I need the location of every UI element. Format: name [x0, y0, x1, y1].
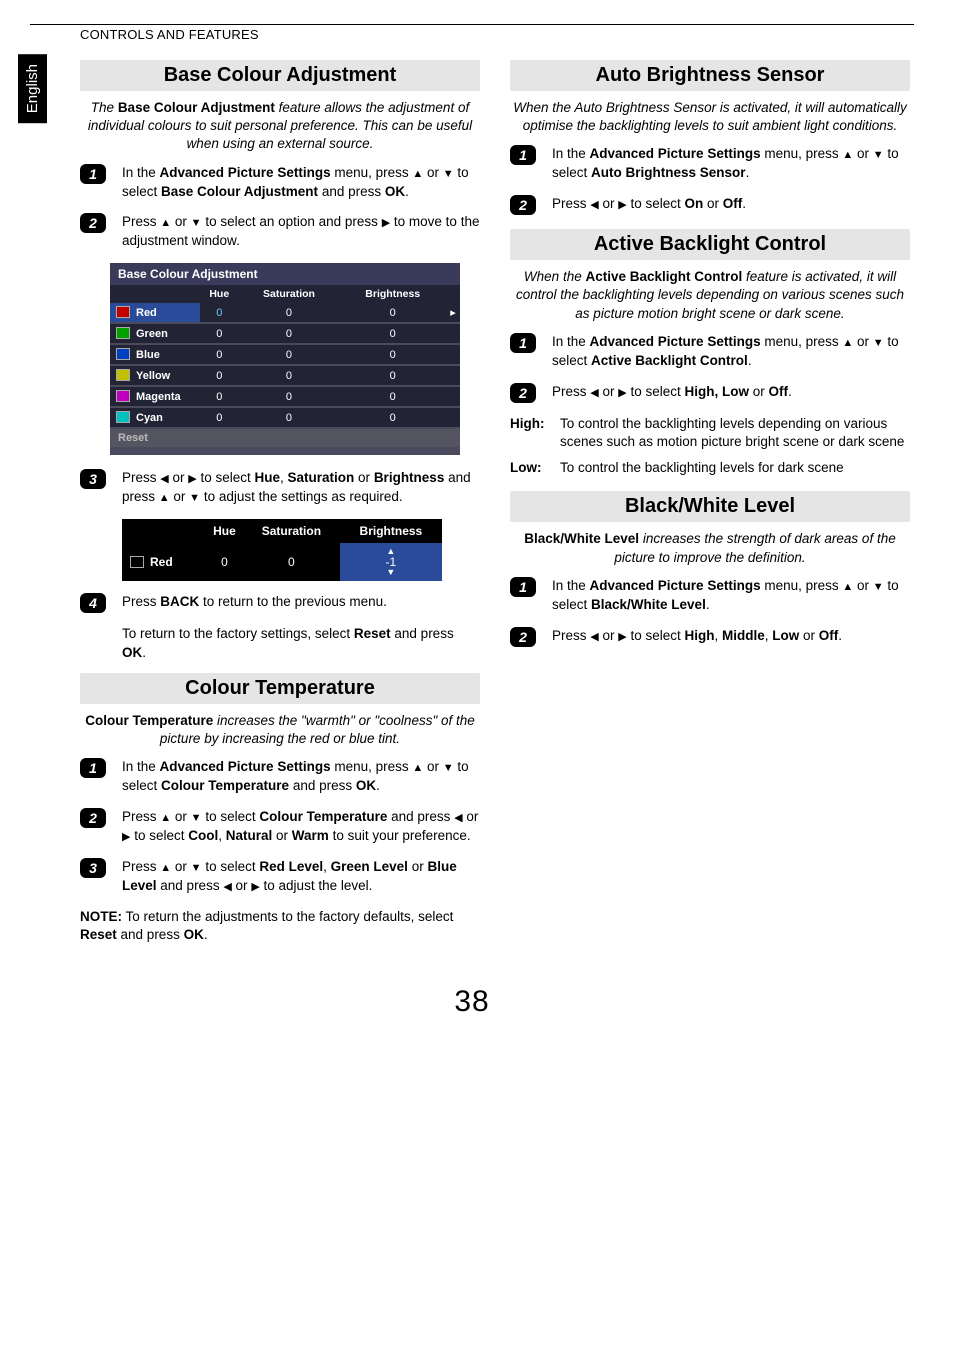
step-number-icon: 2 — [510, 627, 536, 647]
right-arrow-icon: ▶ — [618, 630, 626, 645]
right-column: Auto Brightness Sensor When the Auto Bri… — [510, 60, 910, 955]
down-arrow-icon: ▼ — [191, 216, 202, 231]
right-arrow-icon: ▶ — [618, 198, 626, 213]
up-arrow-icon: ▲ — [160, 811, 171, 826]
intro-black-white-level: Black/White Level increases the strength… — [510, 530, 910, 566]
step-number-icon: 2 — [80, 213, 106, 233]
right-arrow-icon: ▶ — [382, 216, 390, 231]
table-row[interactable]: Yellow000 — [110, 366, 460, 385]
colour-swatch-icon — [116, 327, 130, 339]
table2-row-label: Red — [122, 543, 206, 581]
table-row[interactable]: Green000 — [110, 324, 460, 343]
note-ct: NOTE: To return the adjustments to the f… — [80, 908, 480, 946]
up-arrow-icon: ▲ — [160, 861, 171, 876]
chevron-up-icon: ▲ — [340, 548, 442, 555]
step-bwl-2: 2 Press ◀ or ▶ to select High, Middle, L… — [510, 627, 910, 647]
up-arrow-icon: ▲ — [160, 216, 171, 231]
step-number-icon: 1 — [510, 333, 536, 353]
definition-high: High:To control the backlighting levels … — [510, 415, 910, 451]
header-rule — [30, 24, 914, 25]
up-arrow-icon: ▲ — [412, 167, 423, 182]
step-ct-3: 3 Press ▲ or ▼ to select Red Level, Gree… — [80, 858, 480, 896]
intro-colour-temperature: Colour Temperature increases the "warmth… — [80, 712, 480, 748]
left-column: Base Colour Adjustment The Base Colour A… — [80, 60, 480, 955]
up-arrow-icon: ▲ — [159, 491, 170, 506]
right-arrow-icon: ▶ — [618, 386, 626, 401]
colour-swatch-icon — [116, 348, 130, 360]
down-arrow-icon: ▼ — [873, 580, 884, 595]
left-arrow-icon: ◀ — [454, 811, 462, 826]
step-abs-2: 2 Press ◀ or ▶ to select On or Off. — [510, 195, 910, 215]
right-arrow-icon: ▶ — [251, 880, 259, 895]
step-ct-2: 2 Press ▲ or ▼ to select Colour Temperat… — [80, 808, 480, 846]
section-title-colour-temperature: Colour Temperature — [80, 673, 480, 704]
step-number-icon: 3 — [80, 858, 106, 878]
down-arrow-icon: ▼ — [443, 761, 454, 776]
step-number-icon: 2 — [510, 383, 536, 403]
table-row[interactable]: Magenta000 — [110, 387, 460, 406]
colour-swatch-icon — [116, 411, 130, 423]
step-number-icon: 2 — [80, 808, 106, 828]
table-row[interactable]: Cyan000 — [110, 408, 460, 427]
step-bwl-1: 1 In the Advanced Picture Settings menu,… — [510, 577, 910, 615]
step-abc-1: 1 In the Advanced Picture Settings menu,… — [510, 333, 910, 371]
step-number-icon: 1 — [510, 577, 536, 597]
down-arrow-icon: ▼ — [191, 861, 202, 876]
section-title-active-backlight: Active Backlight Control — [510, 229, 910, 260]
step-number-icon: 1 — [80, 758, 106, 778]
step-number-icon: 4 — [80, 593, 106, 613]
table-reset-row[interactable]: Reset — [110, 429, 460, 447]
step-bca-3: 3 Press ◀ or ▶ to select Hue, Saturation… — [80, 469, 480, 507]
left-arrow-icon: ◀ — [590, 198, 598, 213]
down-arrow-icon: ▼ — [189, 491, 200, 506]
up-arrow-icon: ▲ — [412, 761, 423, 776]
step-number-icon: 2 — [510, 195, 536, 215]
up-arrow-icon: ▲ — [842, 580, 853, 595]
table-adjustment-window: Hue Saturation Brightness Red 0 0 ▲-1▼ — [122, 519, 442, 581]
left-arrow-icon: ◀ — [590, 630, 598, 645]
language-tab: English — [18, 54, 47, 123]
right-arrow-icon: ▶ — [188, 472, 196, 487]
up-arrow-icon: ▲ — [842, 148, 853, 163]
down-arrow-icon: ▼ — [443, 167, 454, 182]
step-bca-reset: To return to the factory settings, selec… — [122, 625, 480, 663]
step-abc-2: 2 Press ◀ or ▶ to select High, Low or Of… — [510, 383, 910, 403]
left-arrow-icon: ◀ — [590, 386, 598, 401]
section-title-base-colour: Base Colour Adjustment — [80, 60, 480, 91]
left-arrow-icon: ◀ — [160, 472, 168, 487]
section-title-black-white-level: Black/White Level — [510, 491, 910, 522]
left-arrow-icon: ◀ — [223, 880, 231, 895]
right-arrow-icon: ▸ — [446, 303, 460, 322]
step-bca-2: 2 Press ▲ or ▼ to select an option and p… — [80, 213, 480, 251]
header-section-title: CONTROLS AND FEATURES — [80, 27, 914, 42]
colour-swatch-icon — [116, 369, 130, 381]
table-base-colour-adjustment: Base Colour Adjustment Hue Saturation Br… — [110, 263, 460, 455]
table-title: Base Colour Adjustment — [110, 263, 460, 285]
page-number: 38 — [30, 985, 914, 1019]
step-number-icon: 1 — [510, 145, 536, 165]
down-arrow-icon: ▼ — [191, 811, 202, 826]
table-row[interactable]: Blue000 — [110, 345, 460, 364]
colour-swatch-icon — [116, 306, 130, 318]
step-abs-1: 1 In the Advanced Picture Settings menu,… — [510, 145, 910, 183]
step-ct-1: 1 In the Advanced Picture Settings menu,… — [80, 758, 480, 796]
down-arrow-icon: ▼ — [873, 336, 884, 351]
intro-auto-brightness: When the Auto Brightness Sensor is activ… — [510, 99, 910, 135]
colour-swatch-icon — [116, 390, 130, 402]
intro-base-colour: The Base Colour Adjustment feature allow… — [80, 99, 480, 154]
definition-low: Low:To control the backlighting levels f… — [510, 459, 910, 477]
section-title-auto-brightness: Auto Brightness Sensor — [510, 60, 910, 91]
intro-active-backlight: When the Active Backlight Control featur… — [510, 268, 910, 323]
down-arrow-icon: ▼ — [873, 148, 884, 163]
up-arrow-icon: ▲ — [842, 336, 853, 351]
step-bca-4: 4 Press BACK to return to the previous m… — [80, 593, 480, 613]
step-number-icon: 1 — [80, 164, 106, 184]
step-bca-1: 1 In the Advanced Picture Settings menu,… — [80, 164, 480, 202]
table-row[interactable]: Red000▸ — [110, 303, 460, 322]
chevron-down-icon: ▼ — [340, 569, 442, 576]
step-number-icon: 3 — [80, 469, 106, 489]
